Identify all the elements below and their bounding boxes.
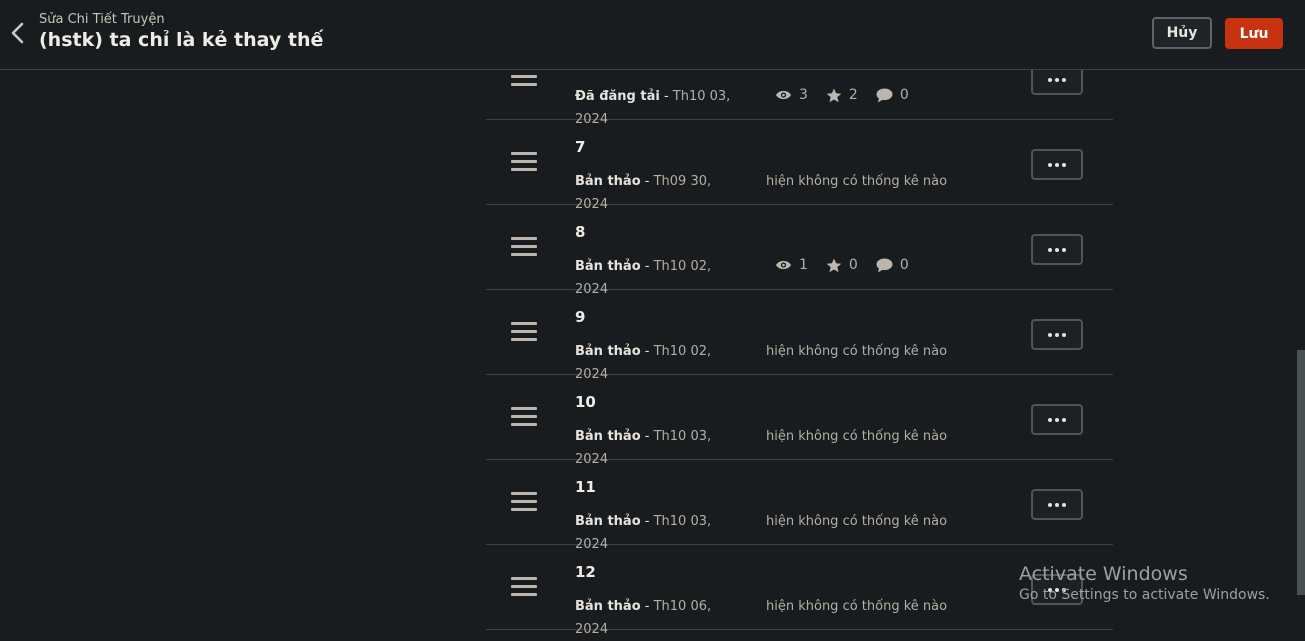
- drag-handle-icon[interactable]: [511, 407, 537, 427]
- views-count: 1: [799, 257, 808, 273]
- part-stats: 1 0 0: [775, 253, 927, 277]
- no-stats-text: hiện không có thống kê nào: [766, 344, 948, 359]
- part-row[interactable]: 10 Bản thảo - Th10 03, 2024 hiện không có …: [486, 375, 1113, 467]
- views-stat: 1: [775, 257, 808, 273]
- ellipsis-icon: [1048, 587, 1066, 592]
- parts-list: Đã đăng tải - Th10 03, 2024 3 2 0 7 Bản thảo …: [486, 35, 1113, 637]
- part-status: Bản thảo: [575, 514, 641, 529]
- part-row[interactable]: 8 Bản thảo - Th10 02, 2024 1 0 0: [486, 205, 1113, 297]
- ellipsis-icon: [1048, 417, 1066, 422]
- comments-count: 0: [899, 257, 909, 273]
- part-row[interactable]: 11 Bản thảo - Th10 03, 2024 hiện không có …: [486, 460, 1113, 552]
- comments-stat: 0: [876, 257, 909, 273]
- comment-icon: [876, 88, 893, 102]
- ellipsis-icon: [1048, 77, 1066, 82]
- part-stats: 3 2 0: [775, 83, 927, 107]
- part-status: Bản thảo: [575, 599, 641, 614]
- part-number[interactable]: 10: [575, 393, 596, 411]
- chevron-left-icon: [11, 22, 24, 44]
- part-number[interactable]: 11: [575, 478, 596, 496]
- votes-count: 0: [848, 257, 858, 273]
- votes-stat: 2: [826, 87, 858, 103]
- eye-icon: [776, 260, 791, 270]
- part-row[interactable]: 9 Bản thảo - Th10 02, 2024 hiện không có t…: [486, 290, 1113, 382]
- save-button[interactable]: Lưu: [1225, 18, 1283, 49]
- comments-count: 0: [899, 87, 909, 103]
- drag-handle-icon[interactable]: [511, 152, 537, 172]
- ellipsis-icon: [1048, 502, 1066, 507]
- drag-handle-icon[interactable]: [511, 577, 537, 597]
- scrollbar[interactable]: [1297, 350, 1305, 595]
- part-status: Đã đăng tải: [575, 89, 660, 104]
- part-status: Bản thảo: [575, 344, 641, 359]
- no-stats-text: hiện không có thống kê nào: [766, 429, 948, 444]
- more-options-button[interactable]: [1031, 404, 1083, 435]
- star-icon: [826, 258, 842, 272]
- part-number[interactable]: 8: [575, 223, 585, 241]
- top-header: Sửa Chi Tiết Truyện (hstk) ta chỉ là kẻ …: [0, 0, 1305, 70]
- ellipsis-icon: [1048, 247, 1066, 252]
- views-count: 3: [799, 87, 808, 103]
- cancel-button[interactable]: Hủy: [1152, 17, 1212, 49]
- part-row[interactable]: 7 Bản thảo - Th09 30, 2024 hiện không có t…: [486, 120, 1113, 212]
- comments-stat: 0: [876, 87, 909, 103]
- part-number[interactable]: 9: [575, 308, 585, 326]
- ellipsis-icon: [1048, 332, 1066, 337]
- more-options-button[interactable]: [1031, 489, 1083, 520]
- back-button[interactable]: [4, 18, 30, 48]
- votes-count: 2: [848, 87, 858, 103]
- more-options-button[interactable]: [1031, 574, 1083, 605]
- part-status: Bản thảo: [575, 259, 641, 274]
- more-options-button[interactable]: [1031, 319, 1083, 350]
- page-subtitle: Sửa Chi Tiết Truyện: [39, 12, 165, 27]
- part-meta: Bản thảo - Th10 06, 2024: [575, 599, 712, 637]
- more-options-button[interactable]: [1031, 234, 1083, 265]
- more-options-button[interactable]: [1031, 149, 1083, 180]
- drag-handle-icon[interactable]: [511, 492, 537, 512]
- votes-stat: 0: [826, 257, 858, 273]
- no-stats-text: hiện không có thống kê nào: [766, 174, 948, 189]
- drag-handle-icon[interactable]: [511, 237, 537, 257]
- star-icon: [826, 88, 842, 102]
- drag-handle-icon[interactable]: [511, 67, 537, 87]
- ellipsis-icon: [1048, 162, 1066, 167]
- part-row[interactable]: 12 Bản thảo - Th10 06, 2024 hiện không có …: [486, 545, 1113, 637]
- story-title: (hstk) ta chỉ là kẻ thay thế: [39, 29, 324, 51]
- part-number[interactable]: 7: [575, 138, 585, 156]
- part-status: Bản thảo: [575, 429, 641, 444]
- part-status: Bản thảo: [575, 174, 641, 189]
- drag-handle-icon[interactable]: [511, 322, 537, 342]
- eye-icon: [776, 90, 791, 100]
- no-stats-text: hiện không có thống kê nào: [766, 514, 948, 529]
- views-stat: 3: [775, 87, 808, 103]
- comment-icon: [876, 258, 893, 272]
- no-stats-text: hiện không có thống kê nào: [766, 599, 948, 614]
- part-number[interactable]: 12: [575, 563, 596, 581]
